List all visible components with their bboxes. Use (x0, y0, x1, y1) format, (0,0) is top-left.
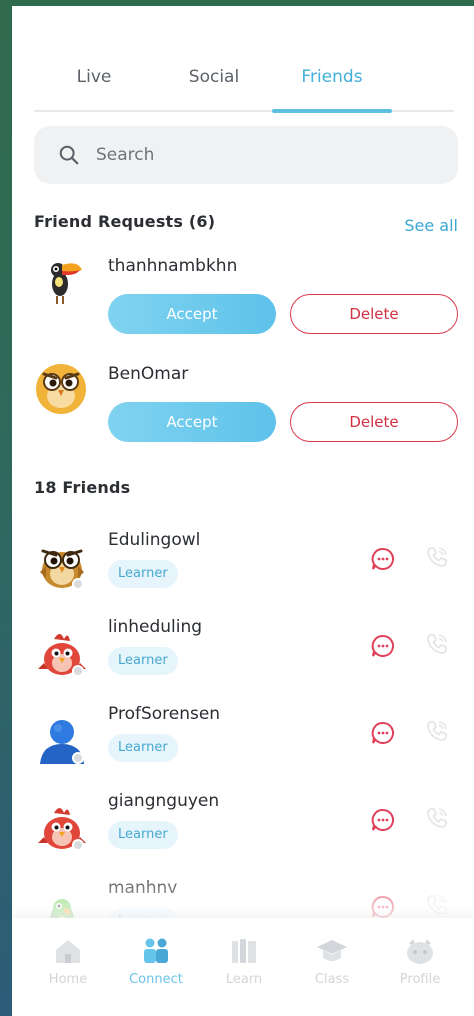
friend-name: ProfSorensen (108, 704, 221, 724)
books-icon (232, 939, 256, 963)
nav-class-label: Class (314, 972, 350, 987)
accept-button[interactable]: Accept (108, 402, 276, 442)
nav-profile[interactable]: Profile (376, 936, 464, 987)
friend-name: Edulingowl (108, 530, 201, 550)
friend-request-item: BenOmar Accept Delete (34, 362, 464, 462)
friend-list-item[interactable]: linheduling Learner (34, 617, 464, 697)
friend-list-item[interactable]: Edulingowl Learner (34, 530, 464, 610)
owl-avatar (36, 364, 86, 414)
delete-button[interactable]: Delete (290, 402, 458, 442)
chat-bubble-icon[interactable] (370, 807, 396, 833)
search-bar[interactable] (34, 126, 458, 184)
learner-badge: Learner (108, 647, 178, 675)
learner-badge: Learner (108, 821, 178, 849)
nav-connect-label: Connect (129, 972, 183, 987)
profile-face-icon (407, 939, 433, 964)
nav-class[interactable]: Class (288, 936, 376, 987)
offline-status-dot (72, 752, 84, 764)
friend-name: giangnguyen (108, 791, 220, 811)
nav-learn-label: Learn (225, 972, 263, 987)
offline-status-dot (72, 839, 84, 851)
tab-live[interactable]: Live (34, 64, 154, 110)
chat-bubble-icon[interactable] (370, 546, 396, 572)
friends-screen: Live Social Friends Friend Requests (6) … (12, 6, 474, 1016)
nav-profile-label: Profile (399, 972, 441, 987)
tab-bar: Live Social Friends (34, 64, 454, 113)
requester-name: BenOmar (108, 364, 189, 384)
home-icon (56, 940, 80, 963)
requester-name: thanhnambkhn (108, 256, 238, 276)
tab-friends[interactable]: Friends (272, 64, 392, 110)
nav-connect[interactable]: Connect (112, 936, 200, 987)
search-input[interactable] (96, 126, 426, 184)
chat-bubble-icon[interactable] (370, 633, 396, 659)
nav-home[interactable]: Home (24, 936, 112, 987)
tab-social[interactable]: Social (154, 64, 274, 110)
friend-list-item[interactable]: ProfSorensen Learner (34, 704, 464, 784)
friend-requests-title: Friend Requests (6) (34, 212, 216, 231)
friend-name: linheduling (108, 617, 203, 637)
learner-badge: Learner (108, 560, 178, 588)
chat-bubble-icon[interactable] (370, 720, 396, 746)
phone-call-icon[interactable] (424, 718, 450, 744)
phone-call-icon[interactable] (424, 805, 450, 831)
active-tab-indicator (272, 109, 392, 113)
offline-status-dot (72, 665, 84, 677)
offline-status-dot (72, 578, 84, 590)
friends-count-title: 18 Friends (34, 478, 131, 497)
accept-button[interactable]: Accept (108, 294, 276, 334)
friend-name: manhnv (108, 878, 178, 898)
phone-call-icon[interactable] (424, 892, 450, 918)
toucan-avatar (51, 263, 82, 304)
phone-call-icon[interactable] (424, 631, 450, 657)
nav-learn[interactable]: Learn (200, 936, 288, 987)
delete-button[interactable]: Delete (290, 294, 458, 334)
friend-request-item: thanhnambkhn Accept Delete (34, 254, 464, 354)
chat-bubble-icon[interactable] (370, 894, 396, 920)
search-icon (59, 145, 79, 165)
friend-list-item[interactable]: giangnguyen Learner (34, 791, 464, 871)
phone-call-icon[interactable] (424, 544, 450, 570)
graduation-cap-icon (317, 940, 347, 961)
bottom-navigation: Home Connect Learn Class Profile (12, 918, 474, 1016)
people-icon (144, 938, 168, 963)
nav-home-label: Home (48, 972, 88, 987)
learner-badge: Learner (108, 734, 178, 762)
see-all-link[interactable]: See all (404, 216, 458, 235)
